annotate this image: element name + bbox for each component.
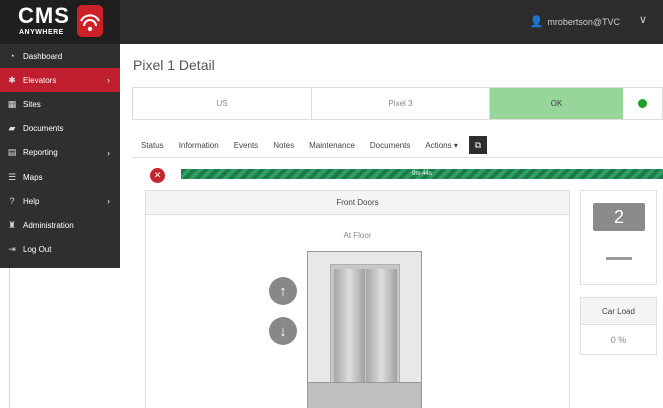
sidebar-item-logout[interactable]: ⇥ Log Out bbox=[0, 238, 120, 262]
arrow-down-icon[interactable]: ↓ bbox=[269, 317, 297, 345]
direction-indicator bbox=[606, 257, 632, 260]
timer-progress-bar: 9m 44s bbox=[181, 169, 663, 179]
tab-maintenance[interactable]: Maintenance bbox=[309, 141, 355, 150]
progress-fill: 9m 44s bbox=[181, 169, 663, 179]
sidebar: ◔ Dashboard ✱ Elevators › ▦ Sites ▰ Docu… bbox=[0, 44, 120, 268]
building-icon: ▦ bbox=[7, 98, 17, 109]
page-title: Pixel 1 Detail bbox=[133, 57, 215, 73]
device-cell: Pixel 3 bbox=[312, 88, 490, 119]
map-icon: ☰ bbox=[7, 171, 17, 182]
tab-notes[interactable]: Notes bbox=[273, 141, 294, 150]
front-doors-panel: Front Doors At Floor ↑ ↓ bbox=[145, 190, 570, 408]
chevron-down-icon[interactable]: ∨ bbox=[639, 13, 647, 26]
sidebar-item-administration[interactable]: ♜ Administration bbox=[0, 213, 120, 237]
tab-divider bbox=[132, 157, 663, 158]
caret-down-icon: ▾ bbox=[453, 140, 458, 150]
top-bar: CMS ANYWHERE 👤 mrobertson@TVC ∨ bbox=[0, 0, 663, 44]
chevron-right-icon: › bbox=[107, 147, 110, 158]
tab-status[interactable]: Status bbox=[141, 141, 164, 150]
report-icon: ▤ bbox=[7, 147, 17, 158]
admin-icon: ♜ bbox=[7, 219, 17, 230]
elevator-frame bbox=[330, 264, 400, 394]
sidebar-item-help[interactable]: ? Help › bbox=[0, 189, 120, 213]
user-menu[interactable]: 👤 mrobertson@TVC bbox=[530, 15, 620, 28]
username-label: mrobertson@TVC bbox=[547, 16, 620, 27]
sidebar-item-sites[interactable]: ▦ Sites bbox=[0, 92, 120, 116]
elevator-door-right bbox=[366, 269, 397, 391]
status-indicator bbox=[623, 88, 662, 119]
sidebar-item-label: Documents bbox=[23, 124, 64, 134]
sidebar-item-label: Help bbox=[23, 196, 40, 206]
car-load-panel: Car Load 0 % bbox=[580, 297, 657, 355]
elevator-door-left bbox=[334, 269, 365, 391]
sidebar-item-label: Maps bbox=[23, 172, 43, 182]
sidebar-item-label: Reporting bbox=[23, 148, 58, 158]
chevron-right-icon: › bbox=[107, 75, 110, 86]
elevator-floor bbox=[308, 382, 421, 408]
sidebar-item-maps[interactable]: ☰ Maps bbox=[0, 165, 120, 189]
arrow-up-icon[interactable]: ↑ bbox=[269, 277, 297, 305]
elevator-door-image bbox=[307, 251, 422, 408]
progress-label: 9m 44s bbox=[412, 171, 432, 177]
status-dot-icon bbox=[638, 99, 647, 108]
car-load-title: Car Load bbox=[581, 298, 656, 325]
detail-tabs: Status Information Events Notes Maintena… bbox=[141, 136, 487, 154]
logo-text: CMS bbox=[18, 3, 70, 28]
front-doors-title: Front Doors bbox=[146, 191, 569, 215]
tab-information[interactable]: Information bbox=[179, 141, 219, 150]
sidebar-item-documents[interactable]: ▰ Documents bbox=[0, 117, 120, 141]
sidebar-item-elevators[interactable]: ✱ Elevators › bbox=[0, 68, 120, 93]
door-position-label: At Floor bbox=[343, 231, 372, 240]
floor-number: 2 bbox=[593, 203, 645, 231]
chevron-right-icon: › bbox=[107, 196, 110, 207]
floor-panel: 2 bbox=[580, 190, 657, 285]
app-logo[interactable]: CMS ANYWHERE bbox=[0, 0, 120, 44]
country-cell: US bbox=[133, 88, 312, 119]
logout-icon: ⇥ bbox=[8, 244, 16, 255]
car-load-value: 0 % bbox=[610, 335, 627, 345]
status-row: US Pixel 3 OK bbox=[132, 87, 663, 120]
actions-label: Actions bbox=[425, 140, 452, 150]
close-icon[interactable]: ✕ bbox=[150, 168, 165, 183]
logo-subtext: ANYWHERE bbox=[19, 29, 64, 36]
elevator-icon: ✱ bbox=[8, 74, 16, 85]
dashboard-icon: ◔ bbox=[9, 51, 15, 62]
tab-actions[interactable]: Actions ▾ bbox=[425, 141, 457, 150]
sidebar-item-label: Elevators bbox=[23, 75, 57, 85]
sidebar-item-reporting[interactable]: ▤ Reporting › bbox=[0, 141, 120, 165]
tab-events[interactable]: Events bbox=[234, 141, 258, 150]
signal-icon bbox=[77, 5, 103, 37]
help-icon: ? bbox=[9, 196, 15, 207]
sidebar-item-label: Log Out bbox=[23, 245, 52, 255]
external-link-icon[interactable]: ⧉ bbox=[468, 136, 487, 154]
sidebar-border bbox=[0, 268, 10, 408]
sidebar-item-dashboard[interactable]: ◔ Dashboard bbox=[0, 44, 120, 68]
sidebar-item-label: Administration bbox=[23, 220, 74, 230]
status-ok-cell: OK bbox=[490, 88, 623, 119]
sidebar-item-label: Dashboard bbox=[23, 51, 63, 61]
tab-documents[interactable]: Documents bbox=[370, 141, 410, 150]
sidebar-item-label: Sites bbox=[23, 99, 41, 109]
folder-icon: ▰ bbox=[8, 123, 16, 134]
user-icon: 👤 bbox=[529, 16, 544, 28]
